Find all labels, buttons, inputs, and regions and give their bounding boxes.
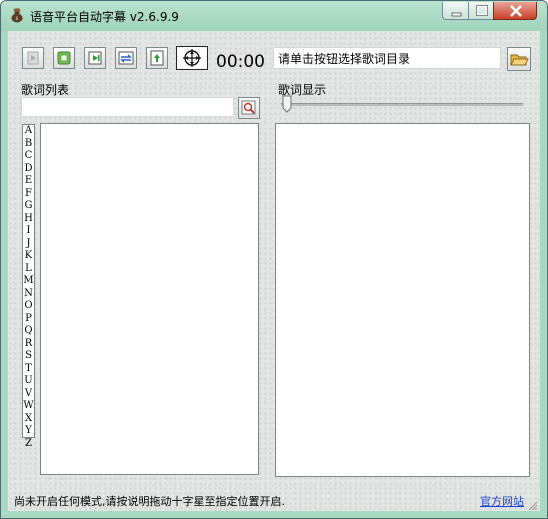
lyrics-directory-field[interactable]: 请单击按钮选择歌词目录	[273, 47, 501, 69]
close-button[interactable]	[493, 2, 537, 20]
title-bar[interactable]: $ 语音平台自动字幕 v2.6.9.9	[1, 1, 547, 31]
play-button[interactable]	[22, 47, 44, 69]
minimize-button[interactable]	[442, 2, 469, 20]
index-letter[interactable]: Y	[23, 425, 34, 438]
crosshair-icon	[183, 49, 201, 67]
open-folder-button[interactable]	[507, 47, 531, 71]
play-icon	[27, 51, 39, 65]
progress-slider-thumb[interactable]	[282, 95, 292, 113]
progress-slider-track[interactable]	[281, 103, 523, 106]
lyrics-list-label: 歌词列表	[21, 83, 70, 97]
client-area: 00:00 请单击按钮选择歌词目录 歌词列表 ABCDEFGHIJKLMNOPQ…	[8, 31, 540, 511]
index-letter[interactable]: X	[23, 413, 34, 426]
upload-arrow-icon	[150, 50, 164, 66]
index-letter[interactable]: U	[23, 375, 34, 388]
next-track-icon	[88, 51, 102, 65]
index-letter[interactable]: H	[23, 213, 34, 226]
index-letter[interactable]: R	[23, 338, 34, 351]
sack-icon: $	[11, 8, 23, 23]
index-letter[interactable]: J	[23, 238, 34, 251]
index-letter[interactable]: E	[23, 175, 34, 188]
next-track-button[interactable]	[84, 47, 106, 69]
index-letter[interactable]: O	[23, 300, 34, 313]
status-message: 尚未开启任何模式,请按说明拖动十字星至指定位置开启.	[14, 495, 285, 508]
index-letter[interactable]: S	[23, 350, 34, 363]
index-letter[interactable]: G	[23, 200, 34, 213]
index-letter[interactable]: F	[23, 188, 34, 201]
index-letter[interactable]: P	[23, 313, 34, 326]
svg-text:$: $	[15, 16, 18, 22]
open-folder-icon	[510, 54, 529, 66]
index-letter[interactable]: B	[23, 138, 34, 151]
index-letter[interactable]: T	[23, 363, 34, 376]
window-title: 语音平台自动字幕 v2.6.9.9	[30, 10, 179, 24]
index-letter[interactable]: K	[23, 250, 34, 263]
index-letter[interactable]: Q	[23, 325, 34, 338]
search-icon	[241, 100, 256, 115]
index-letter[interactable]: W	[23, 400, 34, 413]
maximize-button[interactable]	[468, 2, 494, 20]
lyrics-search-input[interactable]	[21, 97, 234, 117]
index-letter[interactable]: C	[23, 150, 34, 163]
index-letter[interactable]: Z	[23, 438, 34, 451]
timer-display: 00:00	[216, 52, 265, 72]
index-letter[interactable]: I	[23, 225, 34, 238]
app-window: $ 语音平台自动字幕 v2.6.9.9 00:00 请单击按钮选择歌词目录 歌词…	[0, 0, 548, 519]
index-letter[interactable]: D	[23, 163, 34, 176]
search-button[interactable]	[238, 97, 260, 119]
stop-button[interactable]	[53, 47, 75, 69]
close-icon	[510, 5, 522, 17]
index-letter[interactable]: A	[23, 125, 34, 138]
index-letter[interactable]: L	[23, 263, 34, 276]
maximize-icon	[476, 5, 488, 16]
alphabet-index: ABCDEFGHIJKLMNOPQRSTUVWXYZ	[22, 124, 35, 449]
lyrics-list[interactable]	[40, 123, 259, 475]
sync-arrows-icon	[118, 51, 134, 65]
upload-button[interactable]	[146, 47, 168, 69]
official-site-link[interactable]: 官方网站	[480, 493, 524, 509]
sync-button[interactable]	[115, 47, 137, 69]
resize-grip[interactable]	[528, 501, 538, 510]
index-letter[interactable]: N	[23, 288, 34, 301]
index-letter[interactable]: M	[23, 275, 34, 288]
minimize-icon	[451, 12, 462, 17]
stop-icon	[57, 51, 71, 65]
lyrics-display	[275, 123, 530, 477]
crosshair-button[interactable]	[176, 46, 208, 70]
index-letter[interactable]: V	[23, 388, 34, 401]
